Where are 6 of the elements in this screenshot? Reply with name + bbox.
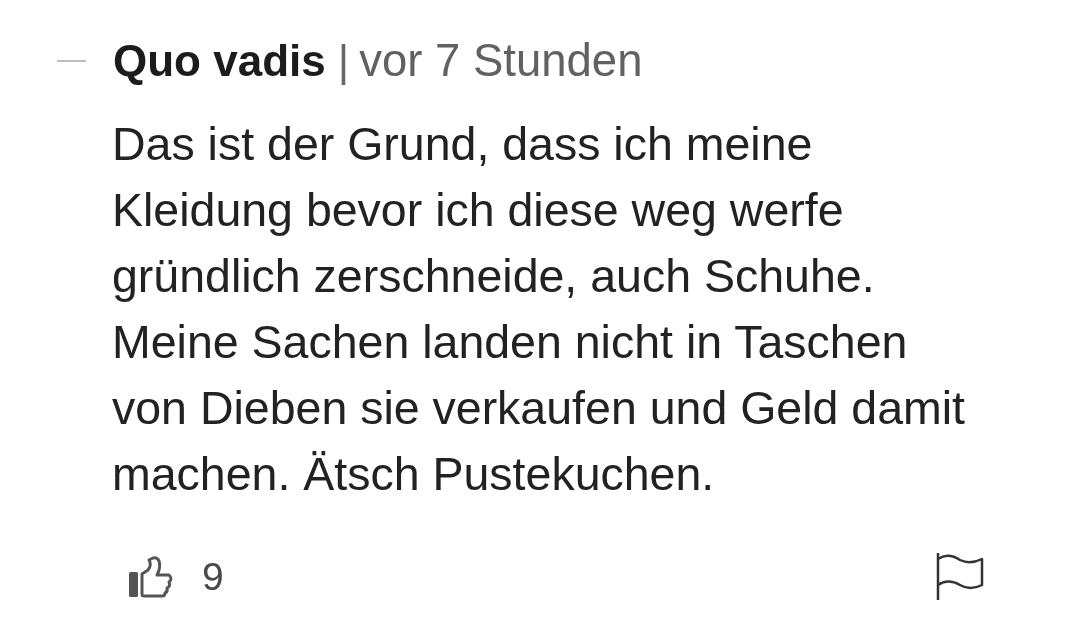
separator: | (337, 36, 350, 86)
comment-time: vor 7 Stunden (359, 36, 643, 86)
like-count: 9 (202, 554, 224, 599)
comment-author: Quo vadis (113, 36, 326, 86)
flag-icon[interactable] (936, 553, 984, 600)
comment-text: Das ist der Grund, dass ich meine Kleidung bevor ich diese weg werfe gründlich zerschneide, auch Schuhe. Meine Sachen landen nicht in Taschen von Dieben sie verkaufen und Geld damit machen. Ätsch Pustekuchen. (112, 117, 966, 502)
